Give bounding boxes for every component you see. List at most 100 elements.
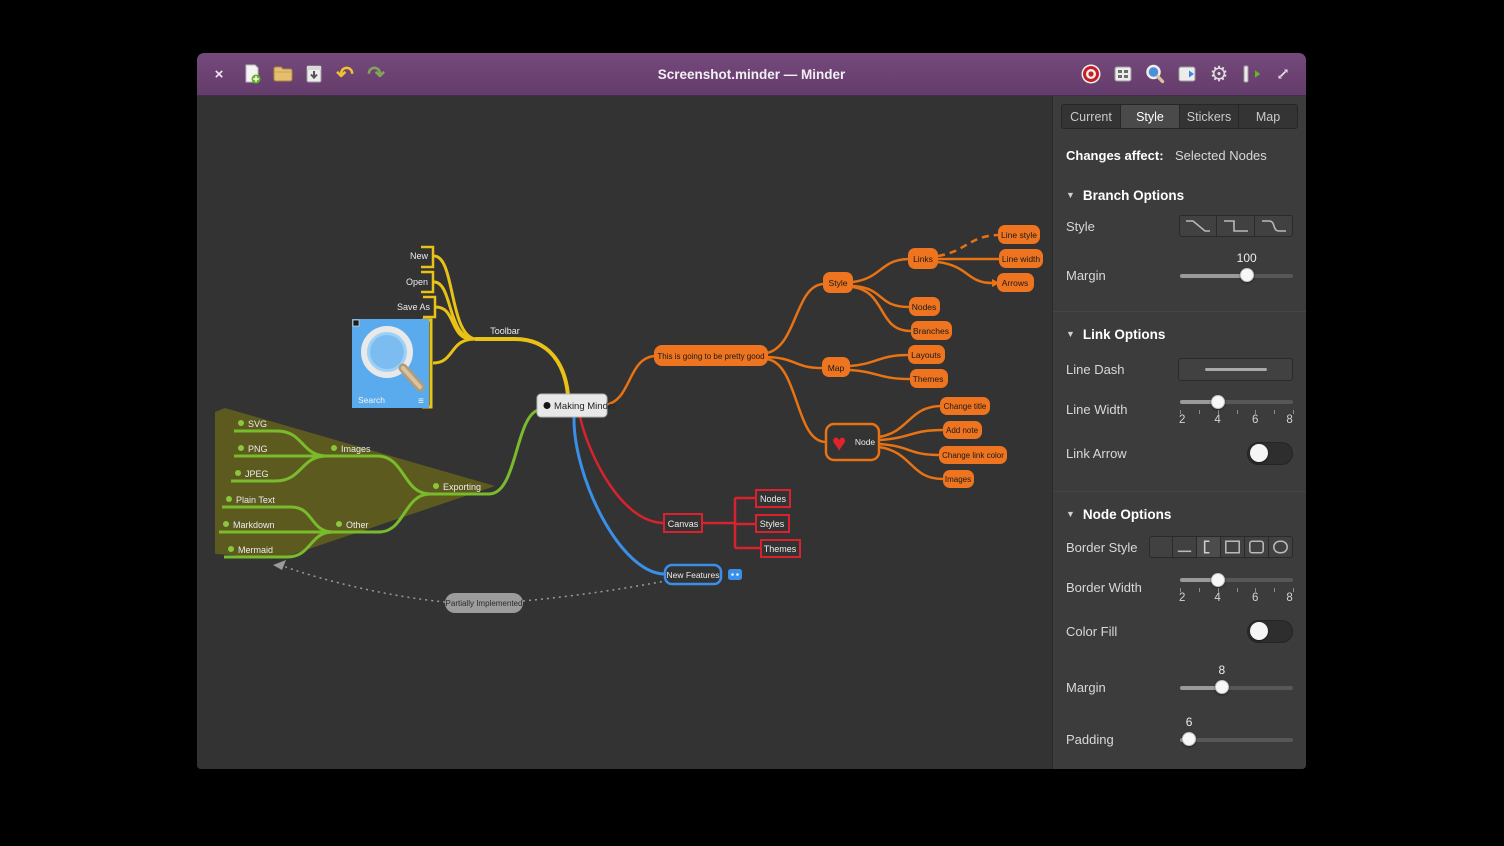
node-jpeg[interactable]: JPEG [245, 469, 269, 479]
node-markdown[interactable]: Markdown [233, 520, 275, 530]
svg-text:Add note: Add note [946, 426, 979, 435]
changes-affect-label: Changes affect: [1066, 148, 1164, 163]
rounded-rect-icon [1245, 537, 1268, 557]
tab-stickers[interactable]: Stickers [1180, 104, 1239, 129]
settings-button[interactable]: ⚙ [1208, 63, 1230, 85]
node-root[interactable]: Making Minder [537, 394, 616, 417]
close-button[interactable]: × [206, 63, 232, 85]
squared-line-icon [1218, 216, 1254, 236]
image-export-icon [1176, 63, 1198, 85]
branch-style-curved-button[interactable] [1255, 215, 1293, 237]
toggle-knob [1250, 444, 1268, 462]
border-bracket-button[interactable] [1197, 536, 1221, 558]
map-overview-button[interactable] [1112, 63, 1134, 85]
svg-text:Nodes: Nodes [760, 494, 787, 504]
square-icon [1221, 537, 1244, 557]
line-dash-button[interactable] [1178, 358, 1293, 381]
export-share-icon [1240, 63, 1262, 85]
border-square-button[interactable] [1221, 536, 1245, 558]
changes-affect-value[interactable]: Selected Nodes [1175, 148, 1293, 163]
border-none-button[interactable] [1149, 536, 1173, 558]
node-options-header[interactable]: ▼ Node Options [1053, 491, 1306, 524]
link-indicator-icon[interactable] [728, 569, 742, 580]
sidebar-tabs: Current Style Stickers Map [1061, 104, 1298, 129]
svg-text:Layouts: Layouts [911, 350, 941, 360]
undo-button[interactable]: ↶ [334, 63, 356, 85]
node-search-image[interactable]: Search ≡ [352, 319, 429, 408]
branch-margin-slider[interactable]: 100 [1180, 268, 1293, 283]
map-overview-icon [1112, 63, 1134, 85]
zoom-search-button[interactable] [1144, 63, 1166, 85]
focus-target-icon [1080, 63, 1102, 85]
expander-icon: ▼ [1066, 329, 1075, 339]
undo-icon: ↶ [336, 64, 354, 85]
branch-style-squared-button[interactable] [1217, 215, 1255, 237]
svg-text:Making Minder: Making Minder [554, 401, 616, 412]
branch-margin-label: Margin [1066, 268, 1106, 283]
expander-icon: ▼ [1066, 190, 1075, 200]
node-mermaid[interactable]: Mermaid [238, 545, 273, 555]
svg-text:Node: Node [855, 437, 876, 447]
link-arrow-toggle[interactable] [1247, 442, 1293, 465]
export-share-button[interactable] [1240, 63, 1262, 85]
color-fill-toggle[interactable] [1247, 620, 1293, 643]
line-width-slider[interactable] [1180, 394, 1293, 409]
svg-text:Styles: Styles [760, 519, 785, 529]
underline-icon [1173, 537, 1196, 557]
node-save-as[interactable]: Save As [397, 302, 431, 312]
svg-text:Branches: Branches [913, 326, 949, 336]
node-new[interactable]: New [410, 251, 429, 261]
tab-map[interactable]: Map [1239, 104, 1298, 129]
node-png[interactable]: PNG [248, 444, 268, 454]
border-width-label: Border Width [1066, 580, 1142, 595]
svg-text:Line width: Line width [1002, 254, 1041, 264]
svg-text:Links: Links [913, 254, 933, 264]
svg-text:Change link color: Change link color [942, 451, 1004, 460]
node-callout[interactable]: Partially Implemented [445, 593, 523, 613]
line-dash-label: Line Dash [1066, 362, 1125, 377]
border-width-slider[interactable] [1180, 572, 1293, 587]
node-exporting[interactable]: Exporting [443, 482, 481, 492]
node-open[interactable]: Open [406, 277, 428, 287]
tab-current[interactable]: Current [1061, 104, 1121, 129]
new-document-button[interactable] [241, 63, 263, 85]
node-toolbar[interactable]: Toolbar [490, 326, 520, 336]
border-rounded-button[interactable] [1245, 536, 1269, 558]
border-pill-button[interactable] [1269, 536, 1293, 558]
node-new-features[interactable]: New Features [665, 565, 721, 584]
tab-style[interactable]: Style [1121, 104, 1180, 129]
node-margin-slider[interactable]: 8 [1180, 680, 1293, 695]
branch-options-header[interactable]: ▼ Branch Options [1053, 185, 1306, 205]
branch-style-label: Style [1066, 219, 1095, 234]
node-other[interactable]: Other [346, 520, 369, 530]
node-plain-text[interactable]: Plain Text [236, 495, 275, 505]
svg-text:Canvas: Canvas [668, 519, 699, 529]
svg-text:Style: Style [829, 278, 848, 288]
mindmap-canvas[interactable]: Toolbar New Open Save As Search ≡ [197, 96, 1052, 769]
focus-mode-button[interactable] [1080, 63, 1102, 85]
fullscreen-button[interactable] [1272, 63, 1294, 85]
heart-icon: ♥ [832, 430, 846, 457]
branch-style-buttons [1179, 215, 1293, 237]
save-document-button[interactable] [303, 63, 325, 85]
link-options-header[interactable]: ▼ Link Options [1053, 311, 1306, 344]
svg-text:Change title: Change title [944, 402, 987, 411]
padding-slider[interactable]: 6 [1180, 732, 1293, 747]
solid-line-icon [1205, 368, 1267, 371]
svg-text:Partially Implemented: Partially Implemented [446, 599, 523, 608]
mindmap: Toolbar New Open Save As Search ≡ [197, 96, 1052, 769]
branch-style-straight-button[interactable] [1179, 215, 1217, 237]
node-heart[interactable]: ♥ Node [826, 424, 879, 460]
node-images[interactable]: Images [341, 444, 371, 454]
open-folder-button[interactable] [272, 63, 294, 85]
settings-gear-icon: ⚙ [1210, 64, 1229, 85]
style-sidebar: Current Style Stickers Map Changes affec… [1052, 96, 1306, 769]
border-underline-button[interactable] [1173, 536, 1197, 558]
padding-label: Padding [1066, 732, 1114, 747]
padding-value: 6 [1186, 715, 1193, 729]
image-export-button[interactable] [1176, 63, 1198, 85]
node-svg[interactable]: SVG [248, 419, 267, 429]
color-fill-label: Color Fill [1066, 624, 1117, 639]
new-document-icon [241, 63, 263, 85]
redo-button[interactable]: ↷ [365, 63, 387, 85]
